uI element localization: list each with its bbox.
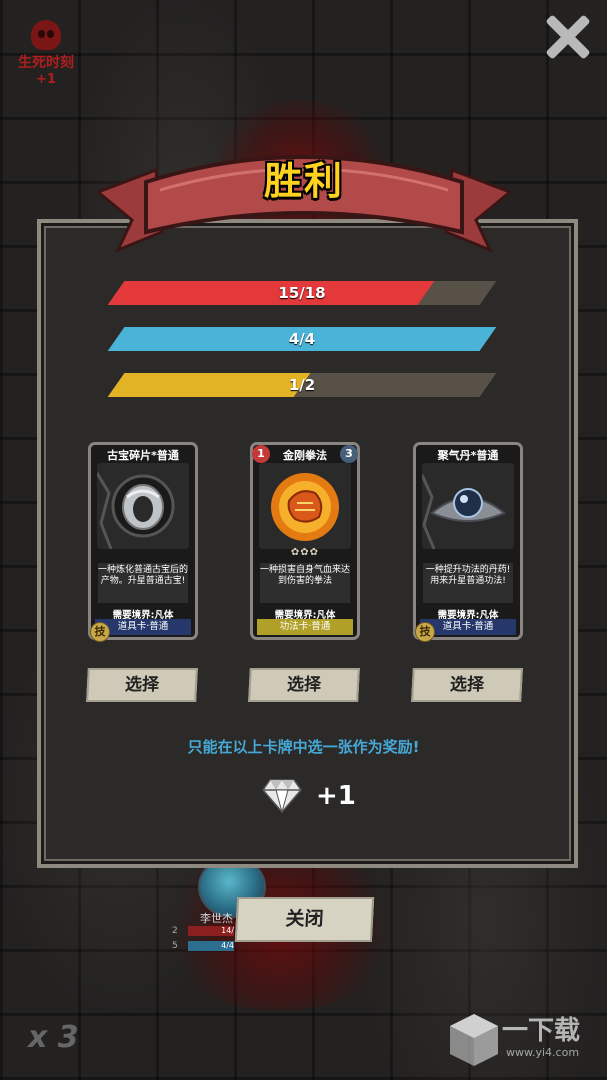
skill-badge-icon: 技: [90, 622, 110, 642]
card-title: 古宝碎片*普通: [107, 449, 179, 462]
card-description: 一种提升功法的丹药! 用来升星普通功法!: [423, 563, 513, 603]
reward-card-qi-pill[interactable]: 聚气丹*普通 一种提升功法的丹药! 用来升星普通功法! 需要境界:凡体 道具卡·…: [413, 442, 523, 642]
player-hp-text: 14/: [221, 926, 234, 935]
select-button-card-3[interactable]: 选择: [411, 668, 523, 702]
close-icon[interactable]: [543, 12, 593, 62]
player-hp-bar: 14/: [188, 926, 234, 936]
life-death-moment-status: 生死时刻 +1: [8, 20, 84, 87]
skill-badge-icon: 技: [415, 622, 435, 642]
player-stat-left: 5: [172, 941, 178, 951]
reward-card-relic-fragment[interactable]: 古宝碎片*普通 一种炼化普通古宝后的产物。升星普通古宝! 需要境界:凡体 道具卡…: [88, 442, 198, 642]
progress-text-exp: 1/2: [288, 376, 316, 394]
status-label: 生死时刻: [18, 55, 74, 71]
card-title: 聚气丹*普通: [437, 449, 499, 462]
progress-text-health: 15/18: [278, 284, 326, 302]
card-stars: ✿✿✿: [290, 547, 320, 558]
victory-banner: 胜利: [98, 132, 510, 262]
skull-icon: [31, 20, 61, 50]
reward-card-vajra-fist[interactable]: 金刚拳法 1 3 ✿✿✿ 一种损害自身气血来达到伤害的拳法 需要境界:凡体 功法…: [250, 442, 360, 640]
card-description: 一种损害自身气血来达到伤害的拳法: [260, 563, 350, 603]
progress-text-mana: 4/4: [288, 330, 316, 348]
diamond-icon: [262, 778, 302, 818]
select-button-card-1[interactable]: 选择: [86, 668, 198, 702]
card-type: 功法卡·普通: [257, 619, 353, 635]
card-cost-badge: 1: [252, 445, 270, 463]
status-delta: +1: [36, 72, 56, 87]
close-button[interactable]: 关闭: [234, 897, 375, 942]
player-name: 李世杰: [200, 912, 233, 925]
watermark-url: www.yi4.com: [506, 1046, 580, 1059]
card-description: 一种炼化普通古宝后的产物。升星普通古宝!: [98, 563, 188, 603]
card-art: [422, 463, 514, 549]
watermark-logo: 一下载 www.yi4.com: [444, 1008, 604, 1072]
watermark-text: 一下载: [502, 1016, 581, 1046]
player-mp-bar: 4/4: [188, 941, 234, 951]
victory-title: 胜利: [263, 159, 344, 203]
player-mp-text: 4/4: [221, 941, 234, 950]
card-art: [259, 463, 351, 549]
reward-amount: +1: [316, 781, 356, 811]
select-button-card-2[interactable]: 选择: [248, 668, 360, 702]
card-art: [97, 463, 189, 549]
player-stat-left: 2: [172, 926, 178, 936]
card-level-badge: 3: [340, 445, 358, 463]
reward-hint: 只能在以上卡牌中选一张作为奖励!: [187, 738, 420, 756]
speed-multiplier[interactable]: x 3: [28, 1020, 79, 1055]
